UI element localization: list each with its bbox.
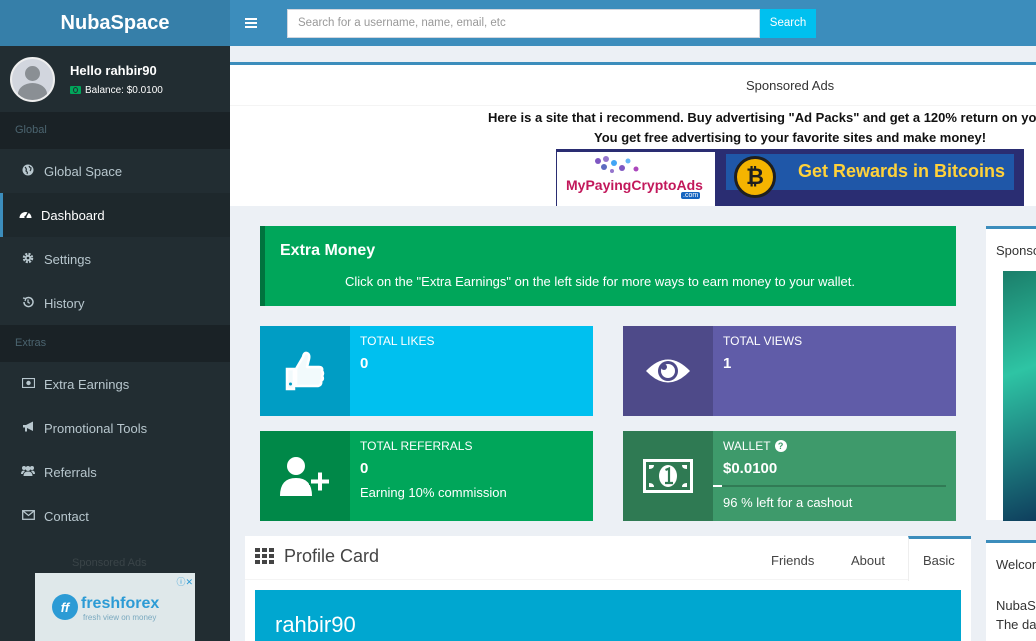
history-icon xyxy=(21,296,35,311)
ad-choices-icon[interactable]: ⓘ✕ xyxy=(176,575,193,588)
money-icon xyxy=(70,86,81,94)
user-panel: Hello rahbir90 Balance: $0.0100 xyxy=(0,46,230,112)
sidebar-item-history[interactable]: History xyxy=(0,281,230,325)
banner-brand-com: .com xyxy=(681,192,701,199)
total-views-label: Total Views xyxy=(723,334,803,348)
right-sponsored-title: Sponso xyxy=(996,243,1036,258)
bullhorn-icon xyxy=(21,421,35,435)
question-circle-icon[interactable]: ? xyxy=(774,440,787,452)
sidebar-item-label: Dashboard xyxy=(41,207,105,223)
top-ad-text-line1[interactable]: Here is a site that i recommend. Buy adv… xyxy=(488,110,1036,125)
sidebar-item-label: Extra Earnings xyxy=(44,376,130,392)
thumbs-up-icon xyxy=(285,351,325,391)
search-button[interactable]: Search xyxy=(760,8,816,38)
sidebar-toggle-button[interactable] xyxy=(230,0,272,46)
sidebar-item-label: Referrals xyxy=(44,464,97,480)
user-greeting: Hello rahbir90 xyxy=(70,62,157,78)
welcome-box: Welcon NubaS The da xyxy=(986,540,1036,641)
right-ad-image[interactable] xyxy=(1003,271,1036,521)
extra-money-callout: Extra Money Click on the "Extra Earnings… xyxy=(260,226,956,306)
balance-text: Balance: $0.0100 xyxy=(85,84,163,96)
freshforex-logo-icon: ff xyxy=(52,594,78,620)
app-logo[interactable]: NubaSpace xyxy=(0,0,230,46)
sidebar-item-label: Settings xyxy=(44,251,91,267)
globe-icon xyxy=(21,164,35,179)
money-icon xyxy=(21,377,35,391)
banner-brand: MyPayingCryptoAds xyxy=(566,177,703,193)
users-icon xyxy=(21,465,35,479)
sidebar-header-global: Global xyxy=(0,112,230,149)
profile-banner: rahbir90 xyxy=(255,590,961,641)
sidebar-header-extras: Extras xyxy=(0,325,230,362)
wallet-label: Wallet? xyxy=(723,439,946,453)
profile-card: Profile Card Friends About Basic rahbir9… xyxy=(245,536,971,641)
eye-icon xyxy=(646,359,690,383)
envelope-icon xyxy=(21,509,35,523)
grid-icon xyxy=(255,548,275,564)
top-navbar: Search xyxy=(230,0,1036,46)
banner-slogan: Get Rewards in Bitcoins xyxy=(798,161,1006,181)
total-referrals-box: Total Referrals 0 Earning 10% commission xyxy=(260,431,593,521)
sidebar: Hello rahbir90 Balance: $0.0100 Global G… xyxy=(0,46,230,641)
total-views-value: 1 xyxy=(723,355,732,372)
network-dots-icon xyxy=(595,156,639,173)
total-referrals-label: Total Referrals xyxy=(360,439,473,453)
right-sponsored-box: Sponso xyxy=(986,226,1036,521)
ad-tagline: fresh view on money xyxy=(83,613,157,622)
cashout-remaining-text: 96 % left for a cashout xyxy=(723,495,853,510)
welcome-title: Welcon xyxy=(996,557,1036,572)
ad-brand: freshforex xyxy=(81,595,160,612)
total-views-box: Total Views 1 xyxy=(623,326,956,416)
sidebar-item-label: Global Space xyxy=(44,163,123,179)
callout-text: Click on the "Extra Earnings" on the lef… xyxy=(345,274,855,289)
profile-username: rahbir90 xyxy=(275,612,356,637)
sidebar-item-label: Contact xyxy=(44,508,89,524)
user-balance: Balance: $0.0100 xyxy=(70,85,163,96)
cashout-progress-fill xyxy=(713,485,723,487)
tab-about[interactable]: About xyxy=(851,553,885,568)
sidebar-item-extra-earnings[interactable]: Extra Earnings xyxy=(0,362,230,406)
callout-title: Extra Money xyxy=(280,242,376,259)
wallet-box: Wallet? $0.0100 96 % left for a cashout xyxy=(623,431,956,521)
sidebar-item-promotional-tools[interactable]: Promotional Tools xyxy=(0,406,230,450)
sidebar-item-label: Promotional Tools xyxy=(44,420,148,436)
sidebar-item-contact[interactable]: Contact xyxy=(0,494,230,538)
profile-card-title: Profile Card xyxy=(284,546,380,566)
sidebar-item-global-space[interactable]: Global Space xyxy=(0,149,230,193)
welcome-text-line2: The da xyxy=(996,617,1036,632)
tab-friends[interactable]: Friends xyxy=(771,553,814,568)
total-likes-box: Total Likes 0 xyxy=(260,326,593,416)
bitcoin-icon: ₿ xyxy=(734,156,776,198)
top-sponsored-ad-box: Sponsored Ads Here is a site that i reco… xyxy=(230,62,1036,206)
sidebar-item-referrals[interactable]: Referrals xyxy=(0,450,230,494)
crypto-ads-banner[interactable]: MyPayingCryptoAds .com ₿ Get Rewards in … xyxy=(556,149,1024,206)
total-referrals-value: 0 xyxy=(360,460,369,477)
sidebar-ad-label: Sponsored Ads xyxy=(72,557,147,569)
sidebar-item-dashboard[interactable]: Dashboard xyxy=(0,193,230,237)
gear-icon xyxy=(21,252,35,267)
sidebar-item-label: History xyxy=(44,295,85,311)
tab-basic[interactable]: Basic xyxy=(908,536,971,581)
cashout-progress-bar xyxy=(713,485,946,487)
search-input[interactable] xyxy=(287,8,760,38)
money-bill-icon xyxy=(643,459,693,493)
sidebar-item-settings[interactable]: Settings xyxy=(0,237,230,281)
top-ad-text-line2[interactable]: You get free advertising to your favorit… xyxy=(594,130,986,145)
welcome-text-line1: NubaS xyxy=(996,598,1036,613)
dashboard-icon xyxy=(18,208,32,222)
referral-commission-text: Earning 10% commission xyxy=(360,485,507,500)
top-ad-title: Sponsored Ads xyxy=(746,78,835,93)
avatar xyxy=(10,56,55,102)
user-plus-icon xyxy=(280,457,331,496)
total-likes-value: 0 xyxy=(360,355,369,372)
hamburger-icon xyxy=(245,18,257,28)
wallet-value: $0.0100 xyxy=(723,460,778,477)
total-likes-label: Total Likes xyxy=(360,334,435,348)
sidebar-ad-banner[interactable]: ff freshforex fresh view on money ⓘ✕ xyxy=(35,573,195,641)
